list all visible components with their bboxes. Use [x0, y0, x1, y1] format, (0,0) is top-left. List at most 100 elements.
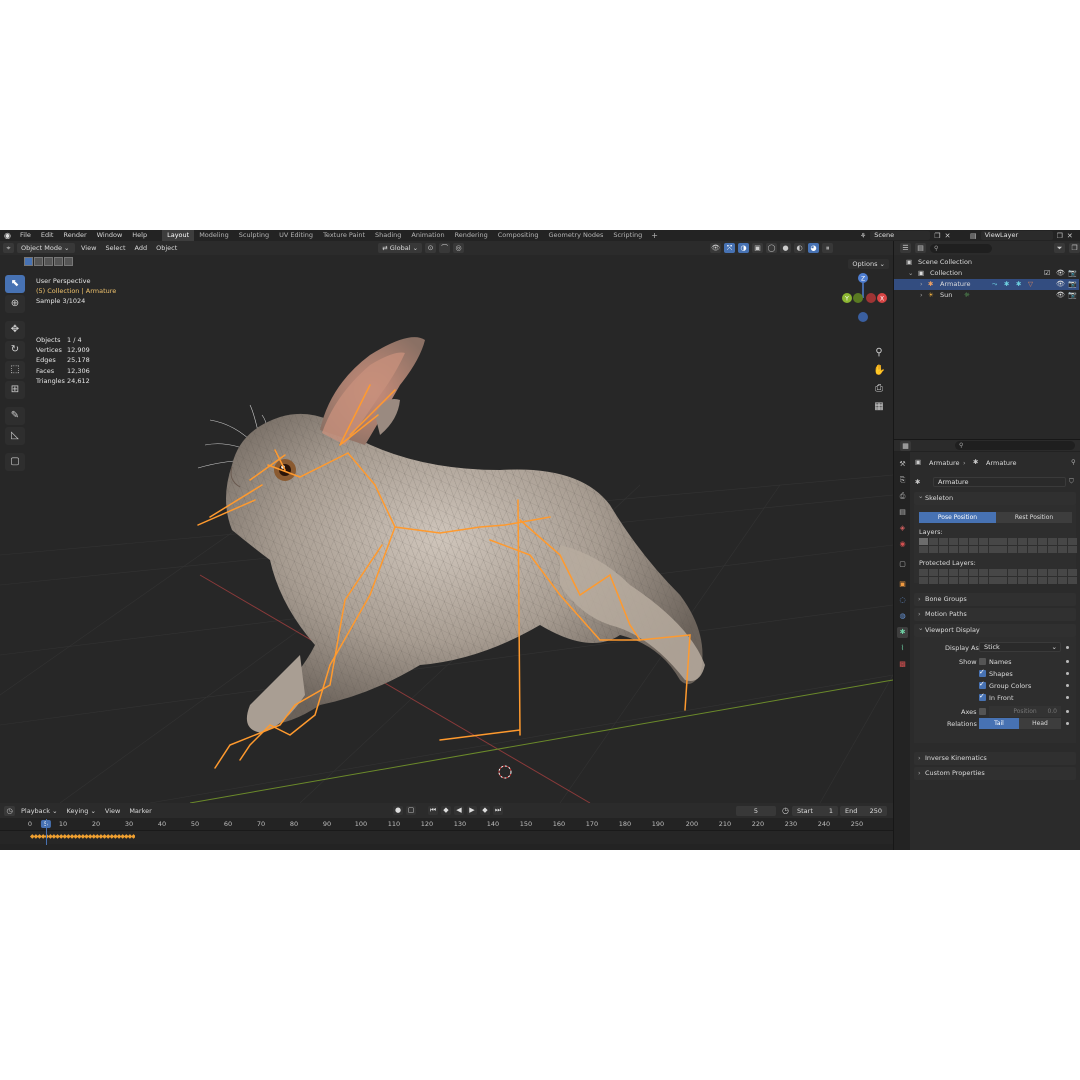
scene-field[interactable]: Scene: [870, 231, 931, 240]
viewlayer-field[interactable]: ViewLayer: [980, 231, 1053, 240]
tab-animation[interactable]: Animation: [406, 230, 449, 241]
visibility-eye-icon[interactable]: 👁: [1056, 268, 1065, 279]
visibility-eye-icon[interactable]: 👁: [1056, 279, 1065, 290]
layers-grid-right[interactable]: [998, 538, 1077, 553]
panel-custom-properties-header[interactable]: Custom Properties: [914, 767, 1076, 780]
new-scene-icon[interactable]: ❐: [934, 232, 940, 240]
shading-rendered-icon[interactable]: ◕: [808, 243, 820, 253]
measure-tool-icon[interactable]: ◺: [5, 427, 25, 445]
outliner-item-sun[interactable]: › ☀ Sun ☼ 👁 📷: [894, 290, 1079, 301]
menu-object[interactable]: Object: [153, 241, 180, 255]
tab-uv-editing[interactable]: UV Editing: [274, 230, 318, 241]
protected-layers-grid-right[interactable]: [998, 569, 1077, 584]
panel-bone-groups-header[interactable]: Bone Groups: [914, 593, 1076, 606]
render-camera-icon[interactable]: 📷: [1068, 290, 1077, 301]
animate-property-icon[interactable]: [1066, 660, 1069, 663]
light-data-icon[interactable]: ☼: [964, 290, 970, 301]
rest-position-button[interactable]: Rest Position: [996, 512, 1072, 523]
viewlayer-selector[interactable]: ▤ ViewLayer ❐ ✕: [970, 230, 1073, 241]
tab-compositing[interactable]: Compositing: [493, 230, 544, 241]
camera-view-icon[interactable]: ⎙: [873, 383, 885, 395]
menu-keying[interactable]: Keying ⌄: [64, 807, 99, 815]
tab-layout[interactable]: Layout: [162, 230, 195, 241]
prev-keyframe-icon[interactable]: ◆: [441, 806, 451, 815]
overlay-toggle-icon[interactable]: ◑: [738, 243, 750, 253]
collapse-chevron-icon[interactable]: ⌄: [908, 268, 913, 279]
view-layer-tab-icon[interactable]: ▤: [897, 507, 908, 518]
layers-grid-left[interactable]: [919, 538, 998, 553]
tab-geometry-nodes[interactable]: Geometry Nodes: [544, 230, 609, 241]
xray-icon[interactable]: ▣: [752, 243, 764, 253]
select-tool-icon[interactable]: ⬉: [5, 275, 25, 293]
delete-viewlayer-icon[interactable]: ✕: [1067, 232, 1073, 240]
properties-editor-icon[interactable]: ▦: [900, 440, 911, 451]
proportional-edit-icon[interactable]: ◎: [453, 243, 465, 253]
expand-chevron-icon[interactable]: ›: [920, 290, 923, 301]
tab-shading[interactable]: Shading: [370, 230, 406, 241]
shading-material-icon[interactable]: ◐: [794, 243, 806, 253]
axes-position-field[interactable]: Position 0.0: [989, 706, 1061, 717]
navigation-gizmo[interactable]: Z Y X: [842, 273, 887, 322]
outliner-search-input[interactable]: ⚲: [930, 243, 992, 253]
group-colors-checkbox[interactable]: [979, 680, 986, 689]
next-keyframe-icon[interactable]: ◆: [480, 806, 490, 815]
menu-add[interactable]: Add: [132, 241, 151, 255]
jump-end-icon[interactable]: ⏭: [493, 806, 503, 815]
pose-icon[interactable]: ⤳: [992, 279, 997, 290]
add-cube-tool-icon[interactable]: ▢: [5, 453, 25, 471]
add-workspace-button[interactable]: +: [647, 231, 662, 240]
start-frame-field[interactable]: Start 1: [792, 806, 838, 816]
render-camera-icon[interactable]: 📷: [1068, 279, 1077, 290]
3d-viewport[interactable]: Z Y X ⬉ ⊕ ✥ ↻ ⬚ ⊞ ✎ ◺ ▢ User Perspective…: [0, 255, 893, 803]
move-tool-icon[interactable]: ✥: [5, 321, 25, 339]
object-tab-icon[interactable]: ▣: [897, 579, 908, 590]
select-subtract-icon[interactable]: [44, 256, 53, 266]
pause-render-icon[interactable]: ⏸: [822, 243, 834, 253]
auto-key-options-icon[interactable]: ▢: [406, 806, 416, 815]
current-frame-field[interactable]: 5: [736, 806, 776, 816]
pose-position-button[interactable]: Pose Position: [919, 512, 996, 523]
render-camera-icon[interactable]: 📷: [1068, 268, 1077, 279]
delete-scene-icon[interactable]: ✕: [945, 232, 951, 240]
collection-tab-icon[interactable]: ▢: [897, 559, 908, 570]
animate-property-icon[interactable]: [1066, 696, 1069, 699]
relations-head-button[interactable]: Head: [1019, 718, 1061, 729]
outliner-item-armature[interactable]: › ✱ Armature ⤳ ✱ ✱ ▽ 👁 📷: [894, 279, 1079, 290]
shading-solid-icon[interactable]: ●: [780, 243, 792, 253]
select-invert-icon[interactable]: [54, 256, 63, 266]
menu-edit[interactable]: Edit: [36, 230, 59, 241]
bone-tab-icon[interactable]: ⌇: [897, 643, 908, 654]
exclude-checkbox-icon[interactable]: ☑: [1044, 268, 1050, 279]
record-icon[interactable]: ●: [393, 806, 403, 815]
pivot-icon[interactable]: ⊙: [425, 243, 437, 253]
clock-icon[interactable]: ◷: [782, 806, 789, 815]
play-reverse-icon[interactable]: ◀: [454, 806, 464, 815]
tab-texture-paint[interactable]: Texture Paint: [318, 230, 370, 241]
keyframe-track[interactable]: ◆◆◆◆◆◆◆◆◆◆◆◆◆◆◆◆◆◆◆◆◆◆◆◆◆◆◆◆◆◆◆◆◆◆◆◆◆◆◆◆: [0, 819, 893, 845]
armature-data-tab-icon[interactable]: ✱: [897, 627, 908, 638]
display-as-dropdown[interactable]: Stick ⌄: [979, 642, 1061, 652]
scene-collection-row[interactable]: ▣ Scene Collection: [894, 257, 1079, 268]
new-collection-icon[interactable]: ❐: [1069, 243, 1080, 253]
world-tab-icon[interactable]: ◉: [897, 539, 908, 550]
panel-skeleton-header[interactable]: Skeleton: [914, 490, 1076, 505]
names-checkbox[interactable]: [979, 658, 986, 665]
tab-rendering[interactable]: Rendering: [450, 230, 493, 241]
timeline-editor-icon[interactable]: ◷: [4, 805, 15, 816]
protected-layers-grid-left[interactable]: [919, 569, 998, 584]
datablock-name-field[interactable]: Armature: [933, 477, 1066, 487]
panel-motion-paths-header[interactable]: Motion Paths: [914, 608, 1076, 621]
tab-modeling[interactable]: Modeling: [194, 230, 234, 241]
collection-row[interactable]: ⌄ ▣ Collection ☑ 👁 📷: [894, 268, 1079, 279]
filter-icon[interactable]: ⏷: [1054, 243, 1065, 253]
animate-property-icon[interactable]: [1066, 710, 1069, 713]
snap-icon[interactable]: ⌒: [439, 243, 451, 253]
select-intersect-icon[interactable]: [64, 256, 73, 266]
cursor-tool-icon[interactable]: ⊕: [5, 295, 25, 313]
pan-hand-icon[interactable]: ✋: [873, 365, 885, 377]
shading-wireframe-icon[interactable]: ◯: [766, 243, 778, 253]
visibility-icon[interactable]: 👁: [710, 243, 722, 253]
output-tab-icon[interactable]: ⎙: [897, 491, 908, 502]
texture-tab-icon[interactable]: ▩: [897, 659, 908, 670]
shapes-checkbox[interactable]: [979, 668, 986, 677]
